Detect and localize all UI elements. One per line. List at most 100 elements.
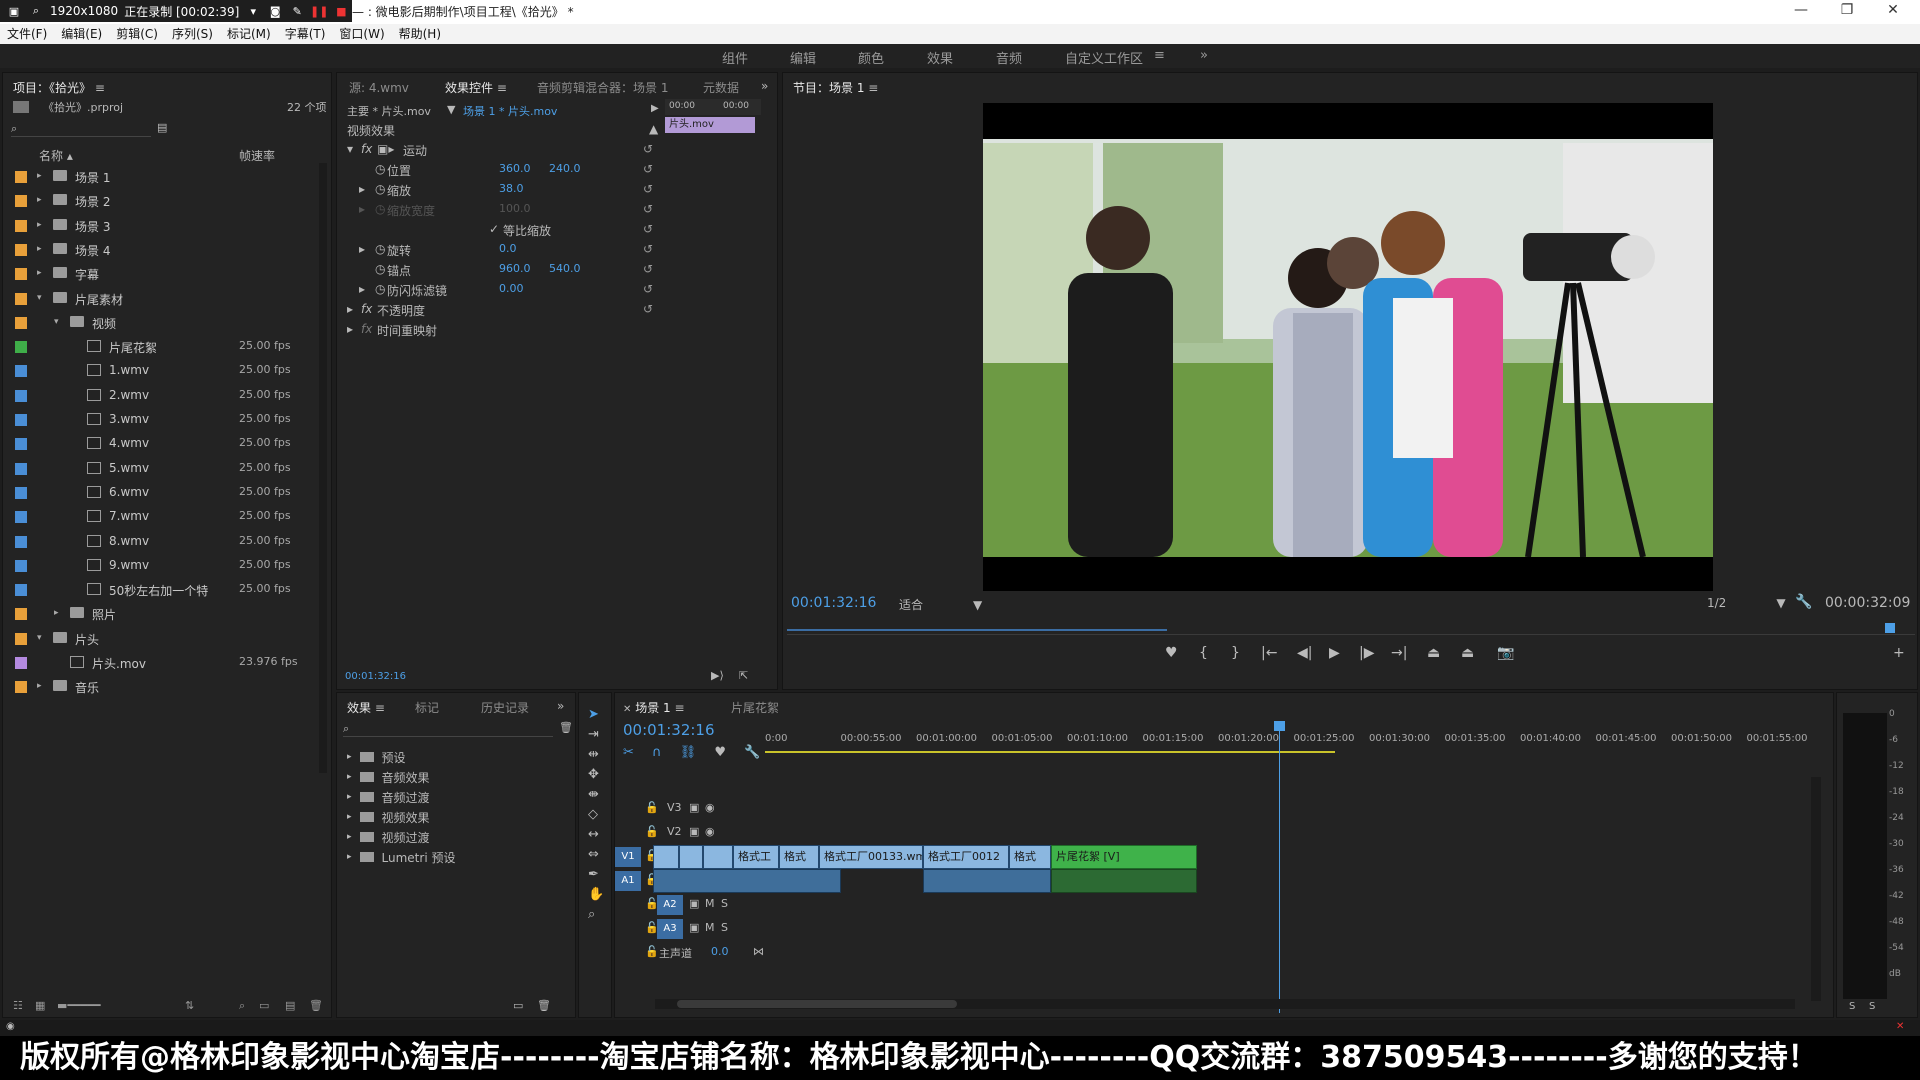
sync-icon[interactable]: ▣ [689, 897, 699, 910]
sync-icon[interactable]: ▣ [689, 801, 699, 814]
effects-search-input[interactable]: ⌕ [343, 721, 553, 737]
ripple-edit-tool-icon[interactable]: ⇹ [588, 747, 599, 762]
find-icon[interactable]: ⌕ [239, 999, 245, 1013]
hand-tool-icon[interactable]: ✋ [588, 887, 604, 902]
icon-view-icon[interactable]: ▦ [35, 999, 45, 1012]
expand-triangle-icon[interactable]: ▸ [54, 608, 59, 618]
tab-markers[interactable]: 标记 [415, 699, 439, 716]
anchor-y-value[interactable]: 540.0 [549, 262, 581, 275]
solo-button[interactable]: S [721, 921, 728, 934]
clip-v1-1[interactable] [653, 845, 679, 869]
anchor-x-value[interactable]: 960.0 [499, 262, 531, 275]
more-workspaces-icon[interactable]: » [1200, 48, 1208, 63]
menu-file[interactable]: 文件(F) [0, 24, 54, 44]
label-color-swatch[interactable] [15, 632, 27, 645]
opacity-effect-row[interactable]: ▸ fx 不透明度 ↺ [337, 299, 667, 319]
stop-icon[interactable]: ■ [333, 3, 349, 19]
effects-folder-lumetri[interactable]: ▸ Lumetri 预设 [337, 847, 567, 867]
clip-v1-4[interactable]: 格式工 [733, 845, 779, 869]
project-item[interactable]: 片尾花絮 25.00 fps [3, 335, 315, 359]
timeline-horizontal-scrollbar[interactable] [655, 999, 1795, 1009]
sort-icon[interactable]: ⇅ [185, 999, 194, 1012]
effects-folder-presets[interactable]: ▸ 预设 [337, 747, 567, 767]
effects-folder-audio-effects[interactable]: ▸ 音频效果 [337, 767, 567, 787]
project-item[interactable]: 2.wmv 25.00 fps [3, 384, 315, 408]
clip-a1-1[interactable] [653, 869, 841, 893]
recorder-icon[interactable]: ▣ [6, 3, 22, 19]
program-timecode[interactable]: 00:01:32:16 [791, 595, 876, 611]
project-item[interactable]: ▸ 场景 4 [3, 238, 315, 262]
clip-v1-7[interactable]: 格式工厂0012 [923, 845, 1009, 869]
label-color-swatch[interactable] [15, 438, 27, 451]
workspace-effects[interactable]: 效果 [927, 48, 953, 67]
label-color-swatch[interactable] [15, 365, 27, 378]
fx-timecode[interactable]: 00:01:32:16 [345, 671, 406, 682]
workspace-assembly[interactable]: 组件 [722, 48, 748, 67]
export-frame-icon[interactable]: 📷 [1497, 645, 1514, 661]
resolution-select[interactable]: 1/2 ▼ [1707, 596, 1786, 610]
menu-help[interactable]: 帮助(H) [392, 24, 448, 44]
timeline-settings-icon[interactable]: 🔧 [744, 745, 760, 760]
label-color-swatch[interactable] [15, 219, 27, 232]
effects-folder-video-effects[interactable]: ▸ 视频效果 [337, 807, 567, 827]
project-item[interactable]: ▸ 照片 [3, 602, 315, 626]
label-color-swatch[interactable] [15, 292, 27, 305]
fx-export-icon[interactable]: ⇱ [739, 669, 748, 682]
wrench-icon[interactable]: 🔧 [1795, 594, 1812, 610]
pause-icon[interactable]: ❚❚ [310, 3, 328, 19]
project-item[interactable]: 4.wmv 25.00 fps [3, 432, 315, 456]
rolling-edit-tool-icon[interactable]: ✥ [588, 767, 599, 782]
clip-v1-5[interactable]: 格式 [779, 845, 819, 869]
label-color-swatch[interactable] [15, 195, 27, 208]
project-tab[interactable]: 项目：《拾光》 ≡ [13, 79, 105, 96]
position-x-value[interactable]: 360.0 [499, 162, 531, 175]
project-item[interactable]: ▸ 字幕 [3, 262, 315, 286]
label-color-swatch[interactable] [15, 511, 27, 524]
label-color-swatch[interactable] [15, 414, 27, 426]
fx-ruler[interactable]: 00:00 00:00 [665, 99, 761, 115]
label-color-swatch[interactable] [15, 243, 27, 256]
track-select-tool-icon[interactable]: ⇥ [588, 727, 599, 742]
add-marker-icon[interactable]: ♥ [1165, 645, 1178, 661]
effects-delete-icon[interactable]: 🗑 [559, 721, 573, 734]
new-item-icon[interactable]: ▤ [285, 999, 295, 1012]
clip-a1-ending[interactable] [1051, 869, 1197, 893]
button-editor-icon[interactable]: + [1893, 645, 1905, 661]
error-icon[interactable]: ✕ [1896, 1021, 1904, 1032]
chevron-down-icon[interactable]: ▾ [245, 3, 261, 19]
flicker-value[interactable]: 0.00 [499, 282, 524, 295]
project-item[interactable]: 8.wmv 25.00 fps [3, 530, 315, 554]
selection-tool-icon[interactable]: ➤ [588, 707, 599, 722]
restore-button[interactable]: ❐ [1824, 2, 1870, 22]
zoom-slider[interactable]: ▬━━━━━ [57, 999, 101, 1012]
expand-triangle-icon[interactable]: ▸ [37, 244, 42, 254]
effects-trash-icon[interactable]: 🗑 [537, 999, 551, 1012]
menu-sequence[interactable]: 序列(S) [165, 24, 220, 44]
camera-icon[interactable]: ◙ [267, 3, 283, 19]
label-color-swatch[interactable] [15, 657, 27, 669]
scale-value[interactable]: 38.0 [499, 182, 524, 195]
tab-history[interactable]: 历史记录 [481, 699, 529, 716]
project-item[interactable]: ▾ 片尾素材 [3, 287, 315, 311]
clip-v1-2[interactable] [679, 845, 703, 869]
position-y-value[interactable]: 240.0 [549, 162, 581, 175]
project-item[interactable]: 1.wmv 25.00 fps [3, 359, 315, 383]
clip-v1-ending[interactable]: 片尾花絮 [V] [1051, 845, 1197, 869]
label-color-swatch[interactable] [15, 462, 27, 475]
eye-icon[interactable]: ◉ [705, 801, 715, 814]
step-back-icon[interactable]: ◀| [1297, 645, 1312, 661]
expand-triangle-open-icon[interactable]: ▾ [54, 317, 59, 327]
add-marker-icon-tl[interactable]: ♥ [714, 745, 726, 760]
rotation-value[interactable]: 0.0 [499, 242, 517, 255]
master-clip-label[interactable]: 主要 * 片头.mov [347, 103, 431, 119]
snap-icon[interactable]: ∩ [652, 745, 662, 760]
expand-triangle-icon[interactable]: ▸ [37, 268, 42, 278]
mute-button[interactable]: M [705, 897, 715, 910]
project-item[interactable]: ▾ 片头 [3, 627, 315, 651]
zoom-tool-icon[interactable]: ⌕ [588, 907, 595, 922]
workspace-menu-icon[interactable]: ≡ [1154, 48, 1165, 63]
project-item[interactable]: 50秒左右加一个特 25.00 fps [3, 578, 315, 602]
effects-folder-video-transitions[interactable]: ▸ 视频过渡 [337, 827, 567, 847]
razor-tool-icon[interactable]: ◇ [588, 807, 598, 822]
expand-triangle-icon[interactable]: ▸ [37, 681, 42, 691]
